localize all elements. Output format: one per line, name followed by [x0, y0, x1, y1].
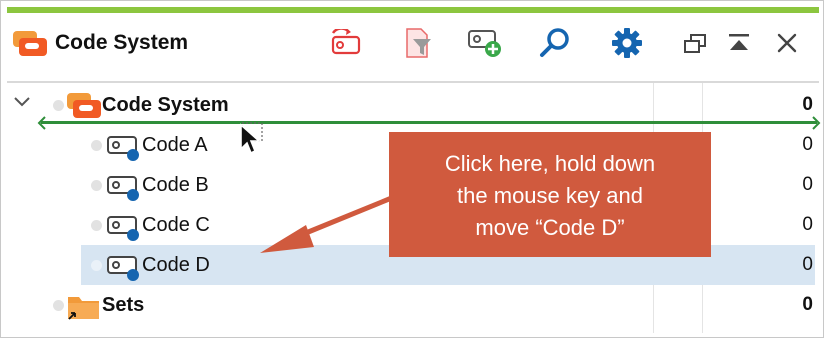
activate-codes-icon[interactable]	[329, 27, 363, 62]
code-label: Code C	[142, 214, 210, 236]
code-icon[interactable]	[107, 255, 141, 286]
code-icon	[107, 215, 141, 246]
code-label: Code A	[142, 134, 208, 156]
drop-indicator-right-cap-icon	[811, 115, 823, 136]
window-header: Code System	[7, 13, 819, 81]
code-label: Code D	[142, 254, 210, 276]
status-dot	[91, 180, 102, 191]
sets-label: Sets	[102, 294, 145, 316]
drop-indicator-left-cap-icon	[35, 115, 47, 136]
code-count: 0	[802, 134, 813, 155]
instruction-callout: Click here, hold down the mouse key and …	[389, 132, 711, 257]
callout-line-3: move “Code D”	[475, 215, 625, 240]
tree-row-sets[interactable]: Sets 0	[7, 285, 819, 325]
close-icon[interactable]	[775, 31, 799, 60]
code-icon	[107, 175, 141, 206]
search-icon[interactable]	[539, 27, 571, 64]
chevron-down-icon[interactable]	[13, 95, 31, 114]
collapse-icon[interactable]	[727, 33, 751, 58]
code-system-window: Code System Code System 0 Code A 0 Code …	[0, 0, 824, 338]
callout-arrow-icon	[256, 191, 396, 266]
code-count: 0	[802, 214, 813, 235]
status-dot	[91, 220, 102, 231]
code-system-icon	[13, 31, 47, 62]
window-title: Code System	[55, 31, 189, 54]
code-count: 0	[802, 174, 813, 195]
folder-icon	[67, 293, 101, 326]
callout-line-2: the mouse key and	[457, 183, 643, 208]
tree-root-count: 0	[802, 94, 813, 115]
code-system-icon	[67, 93, 101, 124]
code-icon	[107, 135, 141, 166]
gear-icon[interactable]	[611, 27, 643, 64]
tree-root-label: Code System	[102, 94, 229, 116]
filter-document-icon[interactable]	[405, 27, 433, 64]
code-label: Code B	[142, 174, 209, 196]
status-dot	[53, 100, 64, 111]
new-code-icon[interactable]	[467, 27, 503, 64]
drop-indicator-line	[41, 121, 817, 124]
undock-icon[interactable]	[683, 33, 709, 60]
callout-line-1: Click here, hold down	[444, 151, 656, 176]
sets-count: 0	[802, 294, 813, 315]
code-count: 0	[802, 254, 813, 275]
mouse-cursor-icon	[237, 119, 269, 164]
tree-row-root[interactable]: Code System 0	[7, 85, 819, 125]
status-dot	[91, 140, 102, 151]
status-dot	[91, 260, 102, 271]
status-dot	[53, 300, 64, 311]
